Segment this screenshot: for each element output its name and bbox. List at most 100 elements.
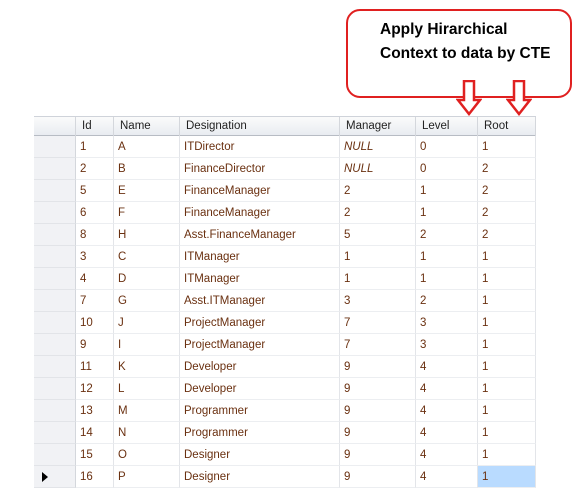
cell-manager[interactable]: 3 <box>340 290 416 312</box>
table-row[interactable]: 2 B FinanceDirector NULL 0 2 <box>34 158 536 180</box>
cell-level[interactable]: 2 <box>416 224 478 246</box>
row-header[interactable] <box>34 290 76 312</box>
cell-level[interactable]: 0 <box>416 136 478 158</box>
row-header[interactable] <box>34 224 76 246</box>
cell-level[interactable]: 4 <box>416 400 478 422</box>
table-row[interactable]: 14 N Programmer 9 4 1 <box>34 422 536 444</box>
cell-id[interactable]: 10 <box>76 312 114 334</box>
cell-level[interactable]: 0 <box>416 158 478 180</box>
cell-designation[interactable]: Asst.FinanceManager <box>180 224 340 246</box>
row-header[interactable] <box>34 356 76 378</box>
cell-name[interactable]: L <box>114 378 180 400</box>
row-header[interactable] <box>34 312 76 334</box>
cell-root[interactable]: 1 <box>478 466 536 488</box>
cell-designation[interactable]: Designer <box>180 444 340 466</box>
cell-root[interactable]: 2 <box>478 202 536 224</box>
row-header[interactable] <box>34 136 76 158</box>
table-row[interactable]: 16 P Designer 9 4 1 <box>34 466 536 488</box>
cell-manager[interactable]: 9 <box>340 422 416 444</box>
row-header[interactable] <box>34 422 76 444</box>
cell-id[interactable]: 5 <box>76 180 114 202</box>
cell-name[interactable]: K <box>114 356 180 378</box>
cell-root[interactable]: 1 <box>478 246 536 268</box>
cell-name[interactable]: D <box>114 268 180 290</box>
cell-root[interactable]: 1 <box>478 136 536 158</box>
cell-level[interactable]: 4 <box>416 444 478 466</box>
row-header[interactable] <box>34 444 76 466</box>
cell-root[interactable]: 1 <box>478 356 536 378</box>
table-row[interactable]: 4 D ITManager 1 1 1 <box>34 268 536 290</box>
table-row[interactable]: 13 M Programmer 9 4 1 <box>34 400 536 422</box>
cell-manager[interactable]: 7 <box>340 312 416 334</box>
cell-name[interactable]: H <box>114 224 180 246</box>
cell-level[interactable]: 4 <box>416 378 478 400</box>
cell-level[interactable]: 1 <box>416 202 478 224</box>
table-row[interactable]: 3 C ITManager 1 1 1 <box>34 246 536 268</box>
cell-name[interactable]: I <box>114 334 180 356</box>
cell-designation[interactable]: Programmer <box>180 400 340 422</box>
cell-manager[interactable]: 2 <box>340 180 416 202</box>
cell-name[interactable]: E <box>114 180 180 202</box>
cell-manager[interactable]: 9 <box>340 356 416 378</box>
cell-id[interactable]: 11 <box>76 356 114 378</box>
cell-level[interactable]: 4 <box>416 466 478 488</box>
row-header[interactable] <box>34 466 76 488</box>
cell-designation[interactable]: FinanceManager <box>180 180 340 202</box>
column-header-name[interactable]: Name <box>114 117 180 136</box>
cell-level[interactable]: 1 <box>416 268 478 290</box>
cell-root[interactable]: 2 <box>478 158 536 180</box>
cell-level[interactable]: 4 <box>416 356 478 378</box>
table-row[interactable]: 1 A ITDirector NULL 0 1 <box>34 136 536 158</box>
row-header[interactable] <box>34 202 76 224</box>
cell-level[interactable]: 1 <box>416 180 478 202</box>
cell-root[interactable]: 1 <box>478 400 536 422</box>
cell-designation[interactable]: Designer <box>180 466 340 488</box>
cell-designation[interactable]: FinanceDirector <box>180 158 340 180</box>
cell-designation[interactable]: ITDirector <box>180 136 340 158</box>
cell-level[interactable]: 3 <box>416 312 478 334</box>
cell-designation[interactable]: Developer <box>180 378 340 400</box>
cell-level[interactable]: 3 <box>416 334 478 356</box>
cell-manager[interactable]: 9 <box>340 378 416 400</box>
cell-root[interactable]: 1 <box>478 290 536 312</box>
row-header[interactable] <box>34 158 76 180</box>
column-header-level[interactable]: Level <box>416 117 478 136</box>
row-header[interactable] <box>34 400 76 422</box>
cell-id[interactable]: 13 <box>76 400 114 422</box>
cell-designation[interactable]: ITManager <box>180 246 340 268</box>
cell-manager[interactable]: NULL <box>340 136 416 158</box>
cell-designation[interactable]: ProjectManager <box>180 334 340 356</box>
cell-designation[interactable]: ProjectManager <box>180 312 340 334</box>
row-header[interactable] <box>34 180 76 202</box>
cell-root[interactable]: 1 <box>478 378 536 400</box>
cell-manager[interactable]: 7 <box>340 334 416 356</box>
cell-designation[interactable]: ITManager <box>180 268 340 290</box>
cell-id[interactable]: 3 <box>76 246 114 268</box>
table-row[interactable]: 11 K Developer 9 4 1 <box>34 356 536 378</box>
cell-id[interactable]: 9 <box>76 334 114 356</box>
row-header[interactable] <box>34 378 76 400</box>
table-row[interactable]: 8 H Asst.FinanceManager 5 2 2 <box>34 224 536 246</box>
cell-root[interactable]: 2 <box>478 180 536 202</box>
cell-name[interactable]: G <box>114 290 180 312</box>
cell-level[interactable]: 2 <box>416 290 478 312</box>
cell-id[interactable]: 16 <box>76 466 114 488</box>
cell-designation[interactable]: Asst.ITManager <box>180 290 340 312</box>
table-row[interactable]: 6 F FinanceManager 2 1 2 <box>34 202 536 224</box>
cell-name[interactable]: C <box>114 246 180 268</box>
cell-name[interactable]: A <box>114 136 180 158</box>
cell-id[interactable]: 2 <box>76 158 114 180</box>
cell-name[interactable]: N <box>114 422 180 444</box>
column-header-manager[interactable]: Manager <box>340 117 416 136</box>
row-header[interactable] <box>34 334 76 356</box>
cell-name[interactable]: J <box>114 312 180 334</box>
table-row[interactable]: 12 L Developer 9 4 1 <box>34 378 536 400</box>
cell-manager[interactable]: 9 <box>340 400 416 422</box>
cell-id[interactable]: 1 <box>76 136 114 158</box>
cell-id[interactable]: 6 <box>76 202 114 224</box>
cell-root[interactable]: 1 <box>478 444 536 466</box>
cell-level[interactable]: 4 <box>416 422 478 444</box>
cell-manager[interactable]: 5 <box>340 224 416 246</box>
column-header-id[interactable]: Id <box>76 117 114 136</box>
cell-manager[interactable]: 1 <box>340 268 416 290</box>
